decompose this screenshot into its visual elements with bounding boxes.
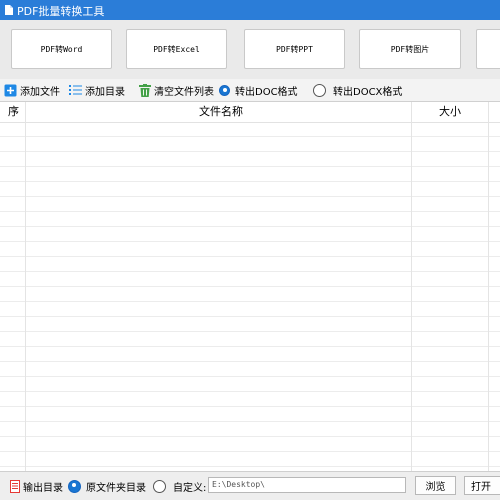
trash-icon <box>139 83 151 97</box>
add-file-label: 添加文件 <box>20 86 60 98</box>
source-folder-option[interactable]: 原文件夹目录 <box>68 478 146 494</box>
source-folder-label: 原文件夹目录 <box>86 482 146 494</box>
pdf-to-excel-button[interactable]: PDF转Excel <box>126 29 227 69</box>
more-convert-button[interactable] <box>476 29 500 69</box>
output-docx-radio[interactable] <box>313 83 326 97</box>
pdf-to-ppt-button[interactable]: PDF转PPT <box>244 29 345 69</box>
file-list-table[interactable]: 序 文件名称 大小 <box>0 101 500 471</box>
column-header-index[interactable]: 序 <box>8 102 19 122</box>
output-doc-label: 转出DOC格式 <box>235 86 298 98</box>
browse-button[interactable]: 浏览 <box>415 476 456 495</box>
title-bar: PDF批量转换工具 <box>0 0 500 20</box>
column-header-size[interactable]: 大小 <box>439 102 461 122</box>
add-directory-button[interactable]: 添加目录 <box>69 82 125 98</box>
output-docx-option[interactable]: 转出DOCX格式 <box>313 82 402 98</box>
table-header: 序 文件名称 大小 <box>0 102 500 123</box>
output-path-input[interactable]: E:\Desktop\ <box>208 477 406 493</box>
clear-list-button[interactable]: 清空文件列表 <box>139 82 214 98</box>
open-button[interactable]: 打开 <box>464 476 500 495</box>
column-header-name[interactable]: 文件名称 <box>199 102 243 122</box>
document-icon <box>10 479 20 493</box>
add-file-icon <box>4 84 17 96</box>
output-doc-option[interactable]: 转出DOC格式 <box>219 82 298 98</box>
add-file-button[interactable]: 添加文件 <box>4 82 60 98</box>
column-divider <box>25 102 26 471</box>
custom-folder-radio[interactable] <box>153 479 166 493</box>
column-divider <box>411 102 412 471</box>
output-directory-label-group: 输出目录 <box>10 478 63 494</box>
pdf-to-image-button[interactable]: PDF转图片 <box>359 29 461 69</box>
bottom-bar: 输出目录 原文件夹目录 自定义: E:\Desktop\ 浏览 打开 <box>0 471 500 500</box>
table-grid <box>0 122 500 471</box>
output-directory-label: 输出目录 <box>23 482 63 494</box>
conversion-bar: PDF转Word PDF转Excel PDF转PPT PDF转图片 <box>0 20 500 79</box>
column-divider <box>488 102 489 471</box>
clear-list-label: 清空文件列表 <box>154 86 214 98</box>
add-directory-label: 添加目录 <box>85 86 125 98</box>
source-folder-radio[interactable] <box>68 479 81 493</box>
output-doc-radio[interactable] <box>219 84 230 96</box>
pdf-to-word-button[interactable]: PDF转Word <box>11 29 112 69</box>
app-icon <box>5 5 13 15</box>
custom-folder-label: 自定义: <box>173 482 207 494</box>
toolbar: 添加文件 添加目录 清空文件列表 转出DOC格式 转出DOCX格式 <box>0 79 500 101</box>
output-docx-label: 转出DOCX格式 <box>333 86 403 98</box>
window-title: PDF批量转换工具 <box>17 5 105 18</box>
custom-folder-option[interactable]: 自定义: <box>153 478 206 494</box>
list-icon <box>69 85 82 95</box>
